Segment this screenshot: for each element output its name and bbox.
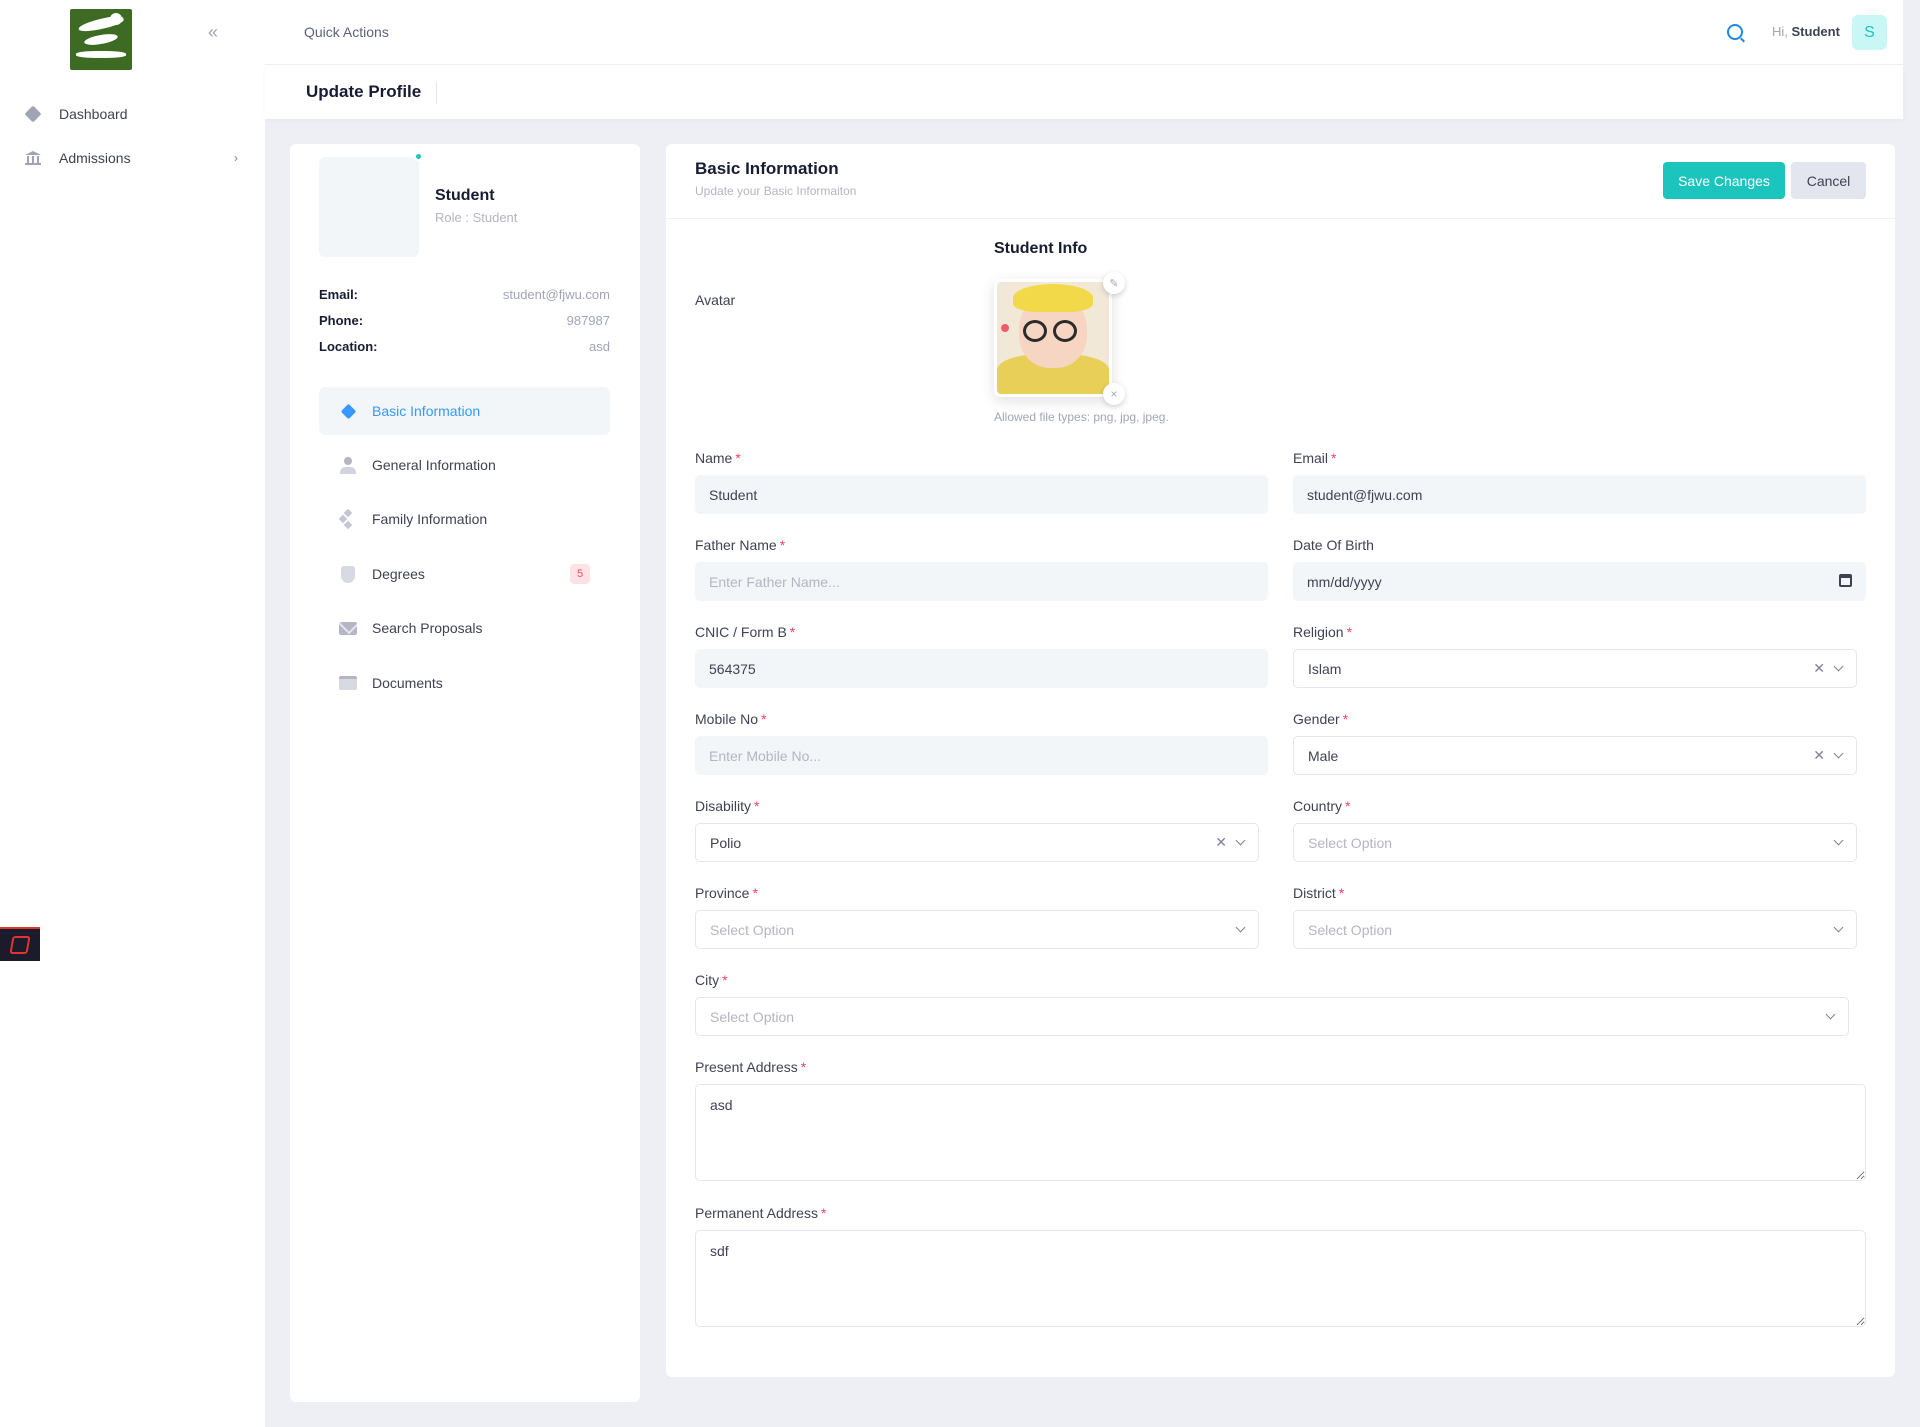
chevron-down-icon	[1825, 1009, 1836, 1020]
province-select[interactable]: Select Option	[695, 910, 1259, 949]
gender-label: Gender *	[1293, 711, 1349, 727]
father-name-field[interactable]	[695, 562, 1268, 601]
country-select[interactable]: Select Option	[1293, 823, 1857, 862]
avatar-hint: Allowed file types: png, jpg, jpeg.	[994, 410, 1169, 424]
father-name-label: Father Name *	[695, 537, 786, 553]
dob-label: Date Of Birth	[1293, 537, 1374, 553]
profile-nav-degrees[interactable]: Degrees 5	[319, 550, 610, 598]
profile-avatar	[319, 157, 419, 257]
disability-label: Disability *	[695, 798, 760, 814]
religion-label: Religion *	[1293, 624, 1353, 640]
chevron-right-icon: ›	[234, 151, 238, 165]
basic-information-card: Basic Information Update your Basic Info…	[666, 144, 1895, 1377]
edit-pencil-icon[interactable]: ✎	[1103, 272, 1125, 294]
email-label: Email *	[1293, 450, 1337, 466]
avatar[interactable]: S	[1852, 15, 1887, 50]
disability-select[interactable]: Polio ✕	[695, 823, 1259, 862]
profile-nav-family-information[interactable]: Family Information	[319, 495, 610, 543]
chevron-down-icon	[1833, 748, 1844, 759]
cnic-label: CNIC / Form B *	[695, 624, 796, 640]
profile-name: Student	[435, 187, 495, 204]
district-label: District *	[1293, 885, 1345, 901]
shield-icon	[339, 565, 357, 583]
profile-phone-row: Phone: 987987	[319, 313, 610, 328]
clear-icon[interactable]: ✕	[1813, 660, 1825, 677]
gender-select[interactable]: Male ✕	[1293, 736, 1857, 775]
user-icon	[339, 456, 357, 474]
chevron-down-icon	[1833, 922, 1844, 933]
section-title: Student Info	[994, 240, 1088, 257]
debugbar-laravel-icon[interactable]	[0, 927, 40, 961]
collapse-sidebar-icon[interactable]: «	[208, 22, 232, 42]
dob-field[interactable]: mm/dd/yyyy	[1293, 562, 1866, 601]
district-select[interactable]: Select Option	[1293, 910, 1857, 949]
layers-icon	[339, 402, 357, 420]
chevron-down-icon	[1235, 835, 1246, 846]
calendar-icon[interactable]	[1839, 574, 1852, 587]
cancel-button[interactable]: Cancel	[1791, 162, 1866, 199]
permanent-address-field[interactable]: sdf	[695, 1230, 1866, 1327]
email-field[interactable]	[1293, 475, 1866, 514]
mail-icon	[339, 619, 357, 637]
present-address-field[interactable]: asd	[695, 1084, 1866, 1181]
profile-email-row: Email: student@fjwu.com	[319, 287, 610, 302]
sidebar-item-label: Admissions	[59, 150, 131, 166]
university-logo[interactable]	[70, 9, 132, 70]
avatar-image[interactable]	[994, 279, 1112, 397]
diamond-icon	[24, 105, 42, 123]
avatar-photo	[997, 282, 1109, 394]
profile-nav-search-proposals[interactable]: Search Proposals	[319, 604, 610, 652]
name-field[interactable]	[695, 475, 1268, 514]
present-address-label: Present Address *	[695, 1059, 807, 1075]
profile-nav-documents[interactable]: Documents	[319, 659, 610, 707]
clear-icon[interactable]: ✕	[1813, 747, 1825, 764]
sidebar-item-label: Dashboard	[59, 106, 128, 122]
cnic-field[interactable]	[695, 649, 1268, 688]
religion-select[interactable]: Islam ✕	[1293, 649, 1857, 688]
card-subtitle: Update your Basic Informaiton	[695, 184, 857, 198]
family-icon	[338, 508, 357, 530]
search-icon[interactable]	[1727, 24, 1743, 40]
card-header: Basic Information Update your Basic Info…	[666, 144, 1895, 219]
sidebar-item-dashboard[interactable]: Dashboard	[24, 99, 244, 129]
permanent-address-label: Permanent Address *	[695, 1205, 827, 1221]
clear-icon[interactable]: ✕	[1215, 834, 1227, 851]
title-divider	[436, 82, 437, 104]
sidebar-item-admissions[interactable]: Admissions ›	[24, 143, 244, 173]
mobile-field[interactable]	[695, 736, 1268, 775]
country-label: Country *	[1293, 798, 1351, 814]
toolbar: Update Profile	[265, 65, 1903, 119]
chevron-down-icon	[1833, 835, 1844, 846]
save-changes-button[interactable]: Save Changes	[1663, 162, 1785, 199]
profile-role: Role : Student	[435, 210, 518, 225]
profile-card: Student Role : Student Email: student@fj…	[290, 144, 640, 1402]
card-title: Basic Information	[695, 159, 839, 178]
sidebar: « Dashboard Admissions ›	[0, 0, 265, 1427]
city-label: City *	[695, 972, 728, 988]
province-label: Province *	[695, 885, 758, 901]
online-status-dot	[414, 152, 423, 161]
quick-actions-link[interactable]: Quick Actions	[304, 24, 389, 40]
remove-avatar-icon[interactable]: ×	[1103, 383, 1125, 405]
profile-nav-general-information[interactable]: General Information	[319, 441, 610, 489]
city-select[interactable]: Select Option	[695, 997, 1849, 1036]
user-greeting[interactable]: Hi, Student	[1772, 24, 1840, 39]
profile-location-row: Location: asd	[319, 339, 610, 354]
avatar-label: Avatar	[695, 292, 736, 308]
document-icon	[339, 674, 357, 692]
header: Quick Actions Hi, Student S	[265, 0, 1903, 65]
chevron-down-icon	[1833, 661, 1844, 672]
degrees-count-badge: 5	[570, 564, 590, 584]
mobile-label: Mobile No *	[695, 711, 767, 727]
profile-nav-basic-information[interactable]: Basic Information	[319, 387, 610, 435]
chevron-down-icon	[1235, 922, 1246, 933]
name-label: Name *	[695, 450, 741, 466]
bank-icon	[24, 149, 42, 167]
page-title: Update Profile	[306, 82, 422, 101]
